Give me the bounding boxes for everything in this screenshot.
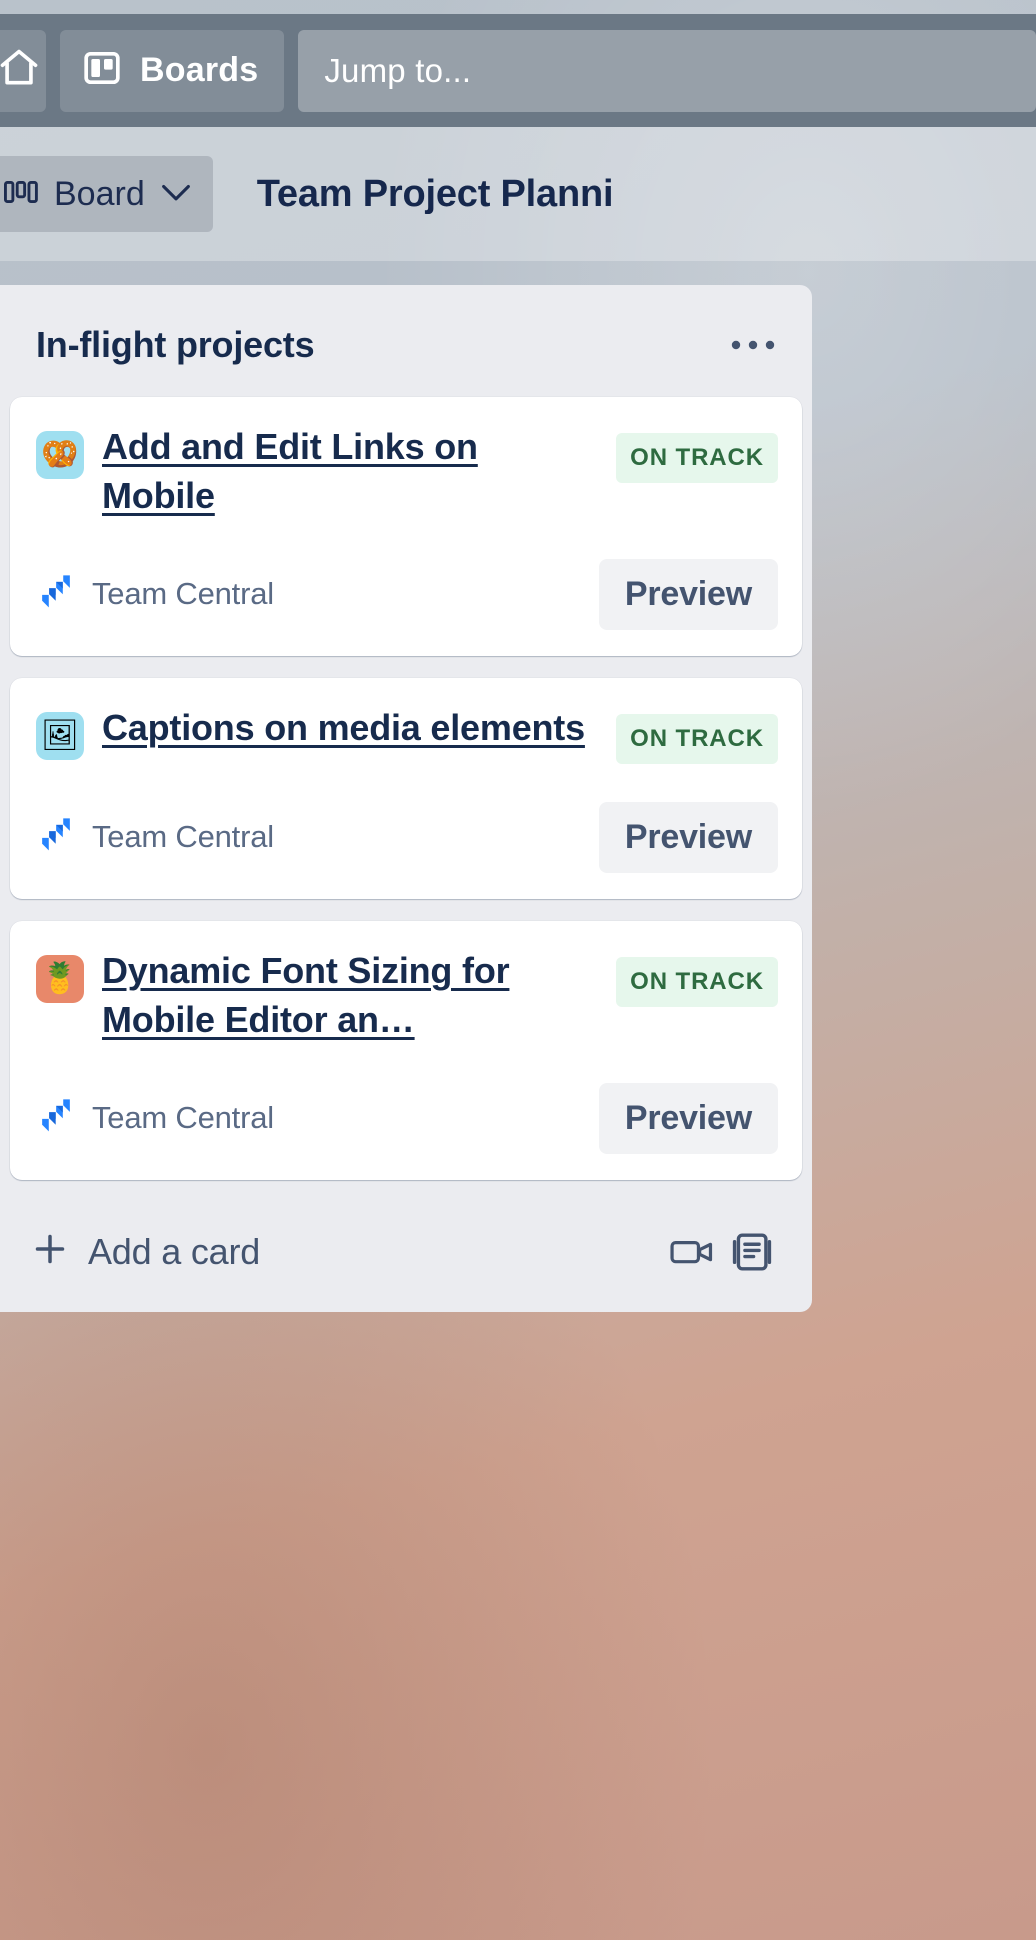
plus-icon bbox=[30, 1229, 70, 1274]
status-badge: ON TRACK bbox=[616, 433, 778, 483]
video-camera-icon bbox=[670, 1240, 713, 1264]
board-icon bbox=[82, 48, 122, 93]
list-header: In-flight projects bbox=[0, 285, 812, 397]
card-template-icon bbox=[732, 1233, 772, 1271]
card-title-link[interactable]: Captions on media elements bbox=[102, 704, 588, 753]
card-title-link[interactable]: Add and Edit Links on Mobile bbox=[102, 423, 588, 521]
card-bottom-row: Team Central Preview bbox=[36, 801, 778, 873]
card-top-row: 🖼 Captions on media elements ON TRACK bbox=[36, 704, 778, 764]
preview-button[interactable]: Preview bbox=[598, 801, 778, 873]
jump-to-placeholder: Jump to... bbox=[324, 51, 472, 89]
list-footer: Add a card bbox=[0, 1202, 812, 1308]
jump-to-search-input[interactable]: Jump to... bbox=[298, 29, 1036, 112]
ellipsis-icon bbox=[731, 340, 775, 350]
jira-icon bbox=[36, 572, 76, 617]
add-a-card-button[interactable]: Add a card bbox=[30, 1229, 662, 1274]
card-top-row: 🍍 Dynamic Font Sizing for Mobile Editor … bbox=[36, 947, 778, 1045]
card-source: Team Central bbox=[36, 815, 599, 860]
boards-label: Boards bbox=[140, 51, 259, 89]
board-view-switcher[interactable]: Board bbox=[0, 156, 213, 232]
boards-button[interactable]: Boards bbox=[60, 29, 285, 112]
create-from-template-button[interactable] bbox=[722, 1224, 782, 1280]
card[interactable]: 🖼 Captions on media elements ON TRACK Te… bbox=[10, 677, 802, 899]
home-icon bbox=[0, 46, 41, 95]
jira-icon bbox=[36, 1096, 76, 1141]
card-source: Team Central bbox=[36, 572, 599, 617]
list-actions-menu-button[interactable] bbox=[724, 319, 782, 371]
board-title[interactable]: Team Project Planni bbox=[257, 173, 614, 216]
status-badge: ON TRACK bbox=[616, 713, 778, 764]
card-bottom-row: Team Central Preview bbox=[36, 558, 778, 630]
pineapple-emoji: 🍍 bbox=[36, 954, 84, 1003]
card-top-row: 🥨 Add and Edit Links on Mobile ON TRACK bbox=[36, 423, 778, 521]
list-in-flight-projects: In-flight projects 🥨 Add and Edit Links … bbox=[0, 285, 812, 1312]
home-button[interactable] bbox=[0, 29, 46, 112]
chevron-down-icon bbox=[159, 181, 193, 208]
card-source-label: Team Central bbox=[92, 1100, 274, 1136]
jira-icon bbox=[36, 815, 76, 860]
status-badge: ON TRACK bbox=[616, 956, 778, 1007]
card-list: 🥨 Add and Edit Links on Mobile ON TRACK … bbox=[0, 397, 812, 1180]
jira-icon bbox=[42, 818, 70, 851]
board-header-bar: Board Team Project Planni bbox=[0, 127, 1036, 261]
card-title-link[interactable]: Dynamic Font Sizing for Mobile Editor an… bbox=[102, 947, 588, 1045]
add-a-card-label: Add a card bbox=[88, 1230, 261, 1272]
board-view-label: Board bbox=[54, 174, 145, 213]
card-source-label: Team Central bbox=[92, 576, 274, 612]
jira-icon bbox=[42, 575, 70, 608]
framed-picture-emoji: 🖼 bbox=[36, 711, 84, 760]
card[interactable]: 🍍 Dynamic Font Sizing for Mobile Editor … bbox=[10, 920, 802, 1180]
board-view-icon bbox=[4, 177, 40, 212]
add-from-video-button[interactable] bbox=[662, 1224, 722, 1280]
top-navigation-bar: Boards Jump to... bbox=[0, 14, 1036, 127]
list-title[interactable]: In-flight projects bbox=[36, 324, 724, 366]
preview-button[interactable]: Preview bbox=[598, 1082, 778, 1154]
preview-button[interactable]: Preview bbox=[598, 558, 778, 630]
pretzel-emoji: 🥨 bbox=[36, 431, 84, 479]
card-source-label: Team Central bbox=[92, 819, 274, 855]
jira-icon bbox=[42, 1099, 70, 1132]
card[interactable]: 🥨 Add and Edit Links on Mobile ON TRACK … bbox=[10, 397, 802, 656]
card-source: Team Central bbox=[36, 1096, 599, 1141]
card-bottom-row: Team Central Preview bbox=[36, 1082, 778, 1154]
